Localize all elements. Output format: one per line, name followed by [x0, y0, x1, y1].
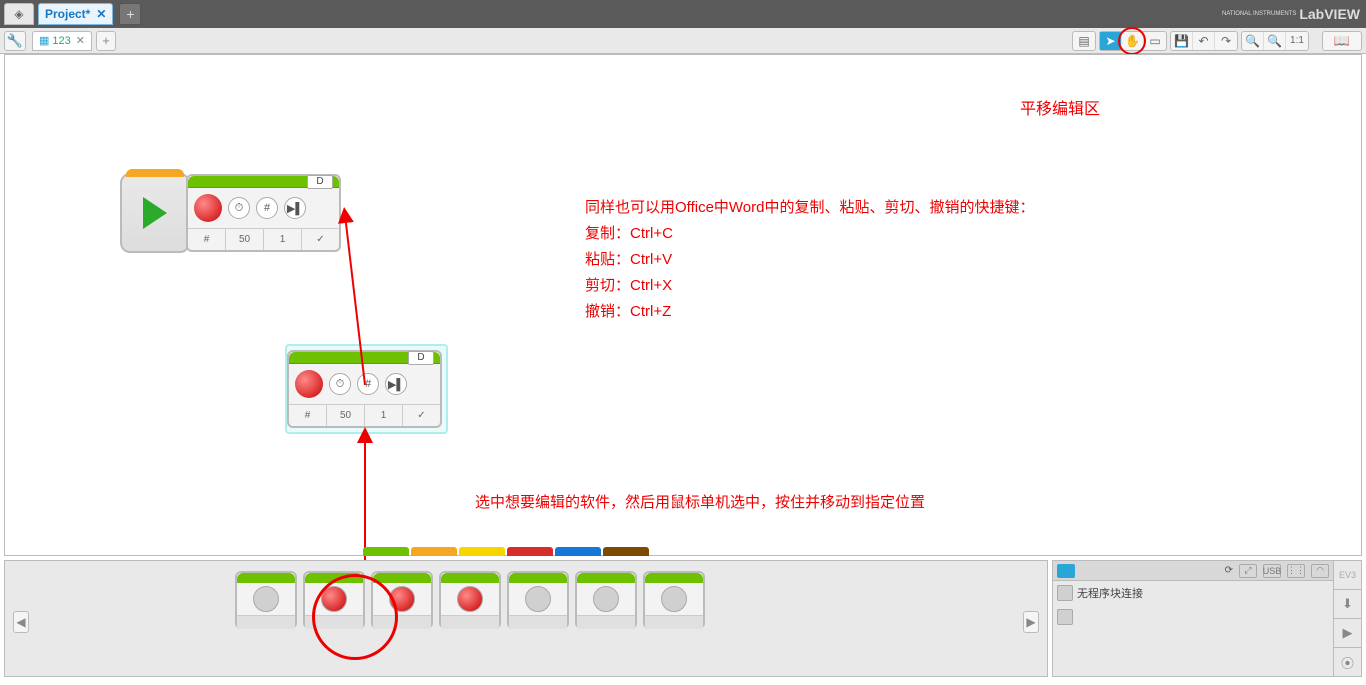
project-tab[interactable]: Project* ✕: [38, 3, 113, 25]
hash-icon[interactable]: #: [289, 405, 327, 426]
palette-tab-myblocks[interactable]: [603, 547, 649, 556]
palette-scroll-left[interactable]: ◀: [13, 611, 29, 633]
brake-icon[interactable]: ✓: [302, 229, 339, 250]
annotation-drag: 选中想要编辑的软件，然后用鼠标单机选中，按住并移动到指定位置: [475, 490, 925, 516]
run-selected-button[interactable]: ⦿: [1334, 648, 1361, 676]
rotations-value[interactable]: 1: [365, 405, 403, 426]
run-button[interactable]: ▶: [1334, 619, 1361, 648]
annotation-circle: [1118, 27, 1146, 55]
info-icon[interactable]: [1057, 609, 1073, 625]
hardware-panel: ⟳ ⤢ USB ⋮⋮ ◠ 无程序块连接 EV3 ⬇ ▶ ⦿: [1052, 560, 1362, 677]
add-program-button[interactable]: +: [96, 31, 116, 51]
selected-block-wrap: D ⏱ # ▶▌ # 50 1 ✓: [291, 350, 442, 428]
block-palette: ◀ ▶: [4, 560, 1048, 677]
palette-item-move-tank[interactable]: [439, 571, 501, 629]
status-icon: [1057, 585, 1073, 601]
project-tab-label: Project*: [45, 7, 90, 21]
annotation-shortcuts: 同样也可以用Office中Word中的复制、粘贴、剪切、撤销的快捷键： 复制：C…: [585, 195, 1034, 325]
canvas[interactable]: D ⏱ # ▶▌ # 50 1 ✓ D ⏱ # ▶▌: [4, 54, 1362, 556]
palette-tab-advanced[interactable]: [555, 547, 601, 556]
refresh-icon[interactable]: ⟳: [1225, 565, 1233, 576]
port-label[interactable]: D: [408, 351, 434, 365]
palette-item-sound[interactable]: [575, 571, 637, 629]
motor-block-selected[interactable]: D ⏱ # ▶▌ # 50 1 ✓: [287, 350, 442, 428]
palette-item-brick-status[interactable]: [643, 571, 705, 629]
brake-icon[interactable]: ✓: [403, 405, 440, 426]
play-icon: [143, 197, 167, 229]
play-stop-icon[interactable]: ▶▌: [385, 373, 407, 395]
zoom-out-button[interactable]: 🔍: [1242, 32, 1264, 50]
motor-block[interactable]: D ⏱ # ▶▌ # 50 1 ✓: [186, 174, 341, 252]
wifi-icon[interactable]: ◠: [1311, 564, 1329, 578]
annotation-pan: 平移编辑区: [1020, 97, 1100, 123]
zoom-in-button[interactable]: 🔍: [1264, 32, 1286, 50]
comment-tool-button[interactable]: ▭: [1144, 32, 1166, 50]
program-tab-label: 123: [52, 35, 70, 47]
usb-label[interactable]: USB: [1263, 564, 1281, 578]
power-value[interactable]: 50: [226, 229, 264, 250]
run-controls: EV3 ⬇ ▶ ⦿: [1333, 561, 1361, 676]
palette-item-display[interactable]: [507, 571, 569, 629]
motor-icon: [295, 370, 323, 398]
program-start-chain: D ⏱ # ▶▌ # 50 1 ✓: [120, 173, 341, 253]
play-stop-icon[interactable]: ▶▌: [284, 197, 306, 219]
rotations-icon[interactable]: #: [256, 197, 278, 219]
power-value[interactable]: 50: [327, 405, 365, 426]
palette-tab-flow[interactable]: [411, 547, 457, 556]
close-icon[interactable]: ✕: [96, 7, 106, 21]
bottom-panel: ◀ ▶ ⟳ ⤢ USB ⋮⋮ ◠ 无程序块连接 EV3: [0, 556, 1366, 681]
rotations-value[interactable]: 1: [264, 229, 302, 250]
pan-tool-button[interactable]: ✋: [1122, 32, 1144, 50]
port-label[interactable]: D: [307, 175, 333, 189]
help-button[interactable]: 📖: [1322, 31, 1362, 51]
download-button[interactable]: ⬇: [1334, 590, 1361, 619]
hash-icon[interactable]: #: [188, 229, 226, 250]
mode-icon[interactable]: ⏱: [228, 197, 250, 219]
expand-icon[interactable]: ⤢: [1239, 564, 1257, 578]
redo-button[interactable]: ↷: [1215, 32, 1237, 50]
close-icon[interactable]: ✕: [76, 34, 85, 47]
palette-tab-sensor[interactable]: [459, 547, 505, 556]
title-bar: ◈ Project* ✕ + NATIONAL INSTRUMENTS LabV…: [0, 0, 1366, 28]
toolbar: 🔧 ▦ 123 ✕ + ▤ ➤ ✋ ▭ 💾 ↶ ↷ 🔍 🔍 1:1 📖: [0, 28, 1366, 54]
program-tab[interactable]: ▦ 123 ✕: [32, 31, 92, 51]
document-button[interactable]: ▤: [1073, 32, 1095, 50]
palette-item-medium-motor[interactable]: [235, 571, 297, 629]
bluetooth-icon[interactable]: ⋮⋮: [1287, 564, 1305, 578]
program-icon: ▦: [39, 34, 49, 47]
palette-tab-data[interactable]: [507, 547, 553, 556]
save-button[interactable]: 💾: [1171, 32, 1193, 50]
cursor-tool-button[interactable]: ➤: [1100, 32, 1122, 50]
undo-button[interactable]: ↶: [1193, 32, 1215, 50]
palette-item-move-steering[interactable]: [371, 571, 433, 629]
add-project-button[interactable]: +: [119, 3, 141, 25]
home-button[interactable]: ◈: [4, 3, 34, 25]
brand-logo: NATIONAL INSTRUMENTS LabVIEW: [1222, 6, 1360, 22]
ev3-label: EV3: [1334, 561, 1361, 590]
palette-item-large-motor[interactable]: [303, 571, 365, 629]
wrench-button[interactable]: 🔧: [4, 31, 26, 51]
palette-category-tabs: [363, 547, 649, 556]
start-block[interactable]: [120, 173, 190, 253]
motor-icon: [194, 194, 222, 222]
palette-tab-action[interactable]: [363, 547, 409, 556]
brick-icon[interactable]: [1057, 564, 1075, 578]
zoom-reset-button[interactable]: 1:1: [1286, 32, 1308, 50]
palette-scroll-right[interactable]: ▶: [1023, 611, 1039, 633]
rotations-icon[interactable]: #: [357, 373, 379, 395]
status-message: 无程序块连接: [1077, 585, 1143, 601]
mode-icon[interactable]: ⏱: [329, 373, 351, 395]
